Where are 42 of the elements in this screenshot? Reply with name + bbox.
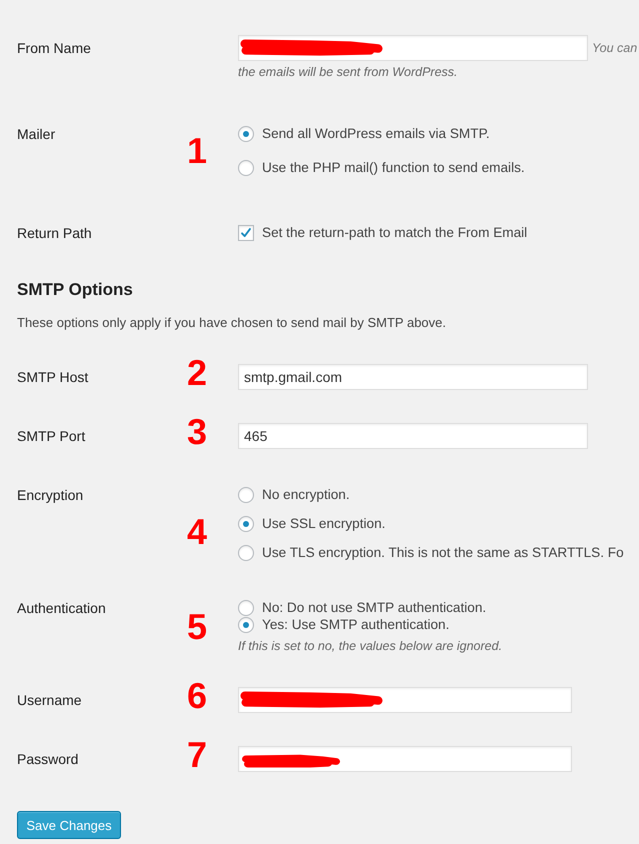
checkbox-label[interactable]: Set the return-path to match the From Email: [262, 224, 528, 242]
field-label: Username: [17, 691, 82, 709]
field-label: Authentication: [17, 599, 106, 617]
text-field[interactable]: [238, 746, 572, 772]
annotation-number: 4: [186, 516, 208, 548]
annotation-number: 5: [186, 610, 208, 642]
text-field[interactable]: [238, 687, 572, 713]
annotation-number: 2: [186, 357, 208, 390]
radio-label[interactable]: Use TLS encryption. This is not the same as STARTTLS. Fo: [262, 544, 624, 562]
checkbox[interactable]: [238, 225, 254, 241]
help-text: You can: [592, 41, 638, 55]
radio-label[interactable]: Use the PHP mail() function to send emails.: [262, 159, 525, 177]
radio-button[interactable]: [238, 487, 254, 503]
annotation-number: 1: [186, 135, 208, 167]
radio-label[interactable]: Yes: Use SMTP authentication.: [262, 616, 450, 634]
help-text: the emails will be sent from WordPress.: [238, 64, 459, 80]
radio-button[interactable]: [238, 516, 254, 532]
field-label: Mailer: [17, 125, 56, 143]
help-text: If this is set to no, the values below are ignored.: [238, 638, 504, 654]
radio-label[interactable]: Send all WordPress emails via SMTP.: [262, 125, 490, 143]
radio-button[interactable]: [238, 616, 254, 632]
radio-label[interactable]: No: Do not use SMTP authentication.: [262, 598, 486, 616]
radio-button[interactable]: [238, 545, 254, 561]
field-label: SMTP Host: [17, 368, 88, 386]
field-label: SMTP Port: [17, 427, 86, 445]
section-heading: SMTP Options: [17, 279, 134, 301]
radio-label[interactable]: Use SSL encryption.: [262, 515, 386, 533]
field-label: From Name: [17, 39, 91, 57]
radio-label[interactable]: No encryption.: [262, 486, 350, 504]
text-field[interactable]: 465: [238, 423, 588, 449]
text-field[interactable]: smtp.gmail.com: [238, 364, 588, 390]
radio-button[interactable]: [238, 126, 254, 142]
text-field[interactable]: [238, 35, 588, 61]
annotation-number: 6: [186, 680, 208, 712]
annotation-number: 7: [186, 739, 208, 772]
field-label: Return Path: [17, 224, 92, 242]
field-label: Password: [17, 750, 78, 768]
annotation-number: 3: [186, 416, 208, 448]
field-label: Encryption: [17, 486, 84, 504]
section-description: These options only apply if you have chosen to send mail by SMTP above.: [17, 315, 448, 331]
radio-button[interactable]: [238, 160, 254, 176]
radio-button[interactable]: [238, 600, 254, 616]
